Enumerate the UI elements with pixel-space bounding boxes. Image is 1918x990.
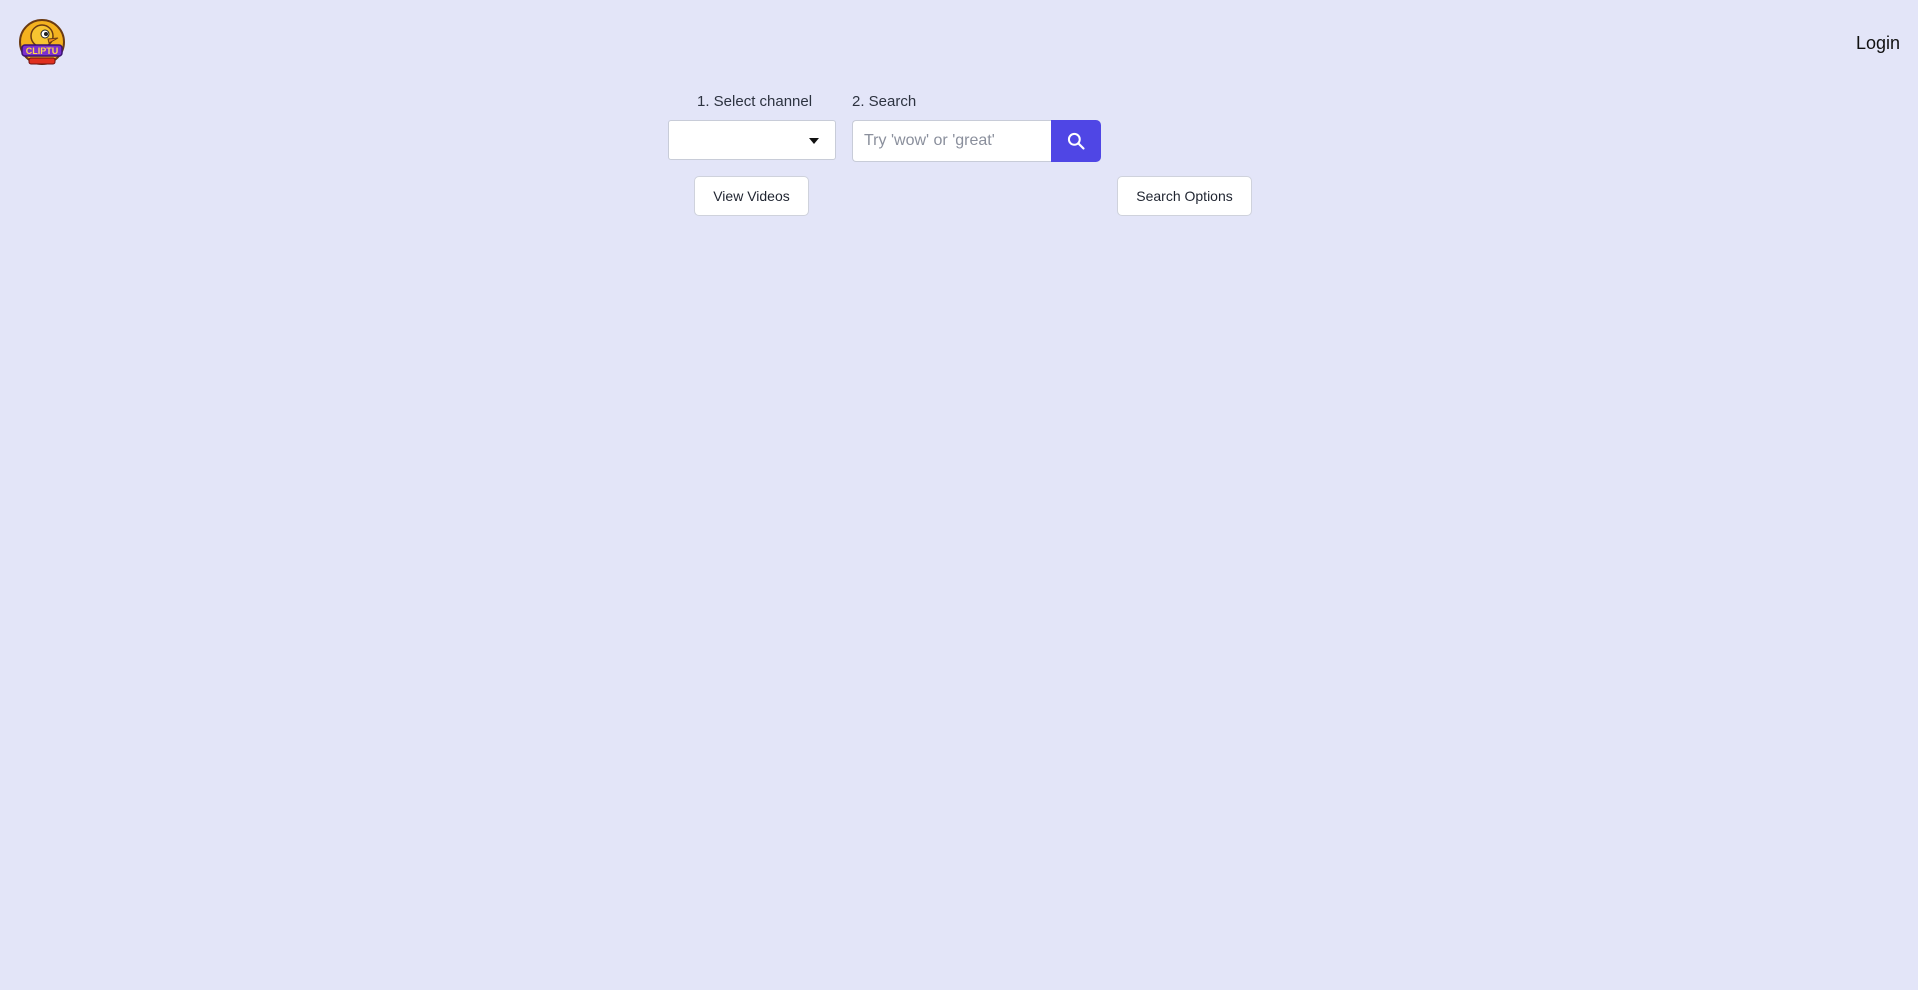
search-icon <box>1067 132 1085 150</box>
app-logo[interactable]: CLIPTU <box>18 18 66 68</box>
search-button[interactable] <box>1051 120 1101 162</box>
search-options-button[interactable]: Search Options <box>1117 176 1252 216</box>
search-input[interactable] <box>852 120 1052 162</box>
search-label: 2. Search <box>852 93 917 110</box>
logo-text: CLIPTU <box>26 46 59 56</box>
select-channel-label: 1. Select channel <box>697 93 813 110</box>
login-link[interactable]: Login <box>1856 33 1900 54</box>
channel-select[interactable] <box>668 120 836 160</box>
caret-down-icon <box>809 138 819 144</box>
duck-logo-icon: CLIPTU <box>19 19 65 65</box>
view-videos-button[interactable]: View Videos <box>694 176 809 216</box>
